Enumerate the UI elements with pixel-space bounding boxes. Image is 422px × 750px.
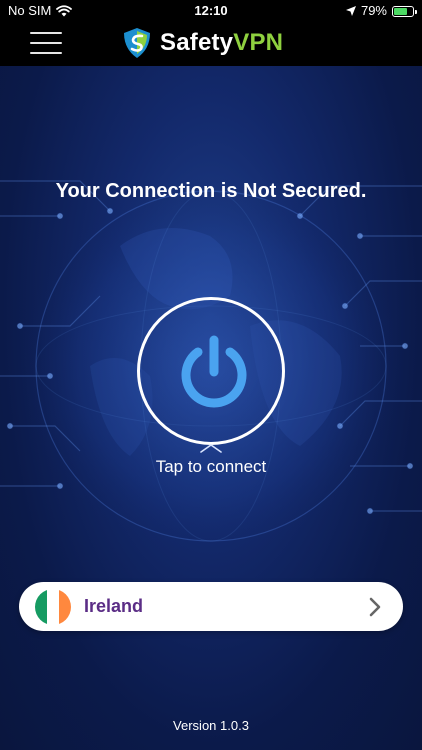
server-location-selector[interactable]: Ireland — [19, 582, 403, 631]
location-arrow-icon — [345, 6, 356, 16]
chevron-right-icon — [369, 597, 381, 617]
ireland-flag-icon — [35, 589, 71, 625]
brand-part-vpn: VPN — [233, 29, 284, 56]
brand-name: SafetyVPN — [160, 29, 283, 57]
flag-stripe-white — [47, 589, 59, 625]
brand-logo: SafetyVPN — [122, 26, 283, 60]
battery-fill — [394, 7, 407, 15]
flag-stripe-orange — [59, 589, 71, 625]
version-label: Version 1.0.3 — [173, 718, 249, 733]
connect-button[interactable] — [137, 297, 285, 445]
safetyvpn-shield-logo — [124, 28, 150, 58]
hamburger-menu-icon[interactable] — [30, 32, 62, 54]
chevron-up-icon — [200, 444, 222, 453]
connection-status: Your Connection is Not Secured. — [55, 180, 367, 202]
country-name: Ireland — [84, 596, 144, 616]
battery-percent: 79% — [360, 3, 387, 18]
battery-icon — [392, 5, 417, 17]
top-bar: No SIM 12:10 79% SafetyVPN — [0, 0, 422, 66]
brand-part-safety: Safety — [160, 29, 234, 56]
status-right: 79% — [345, 0, 417, 22]
status-bar: No SIM 12:10 79% — [0, 0, 422, 22]
flag-stripe-green — [35, 589, 47, 625]
tap-to-connect-label[interactable]: Tap to connect — [0, 457, 422, 477]
app-screen: No SIM 12:10 79% SafetyVPN Your Connecti… — [0, 0, 422, 750]
power-icon — [181, 335, 247, 408]
